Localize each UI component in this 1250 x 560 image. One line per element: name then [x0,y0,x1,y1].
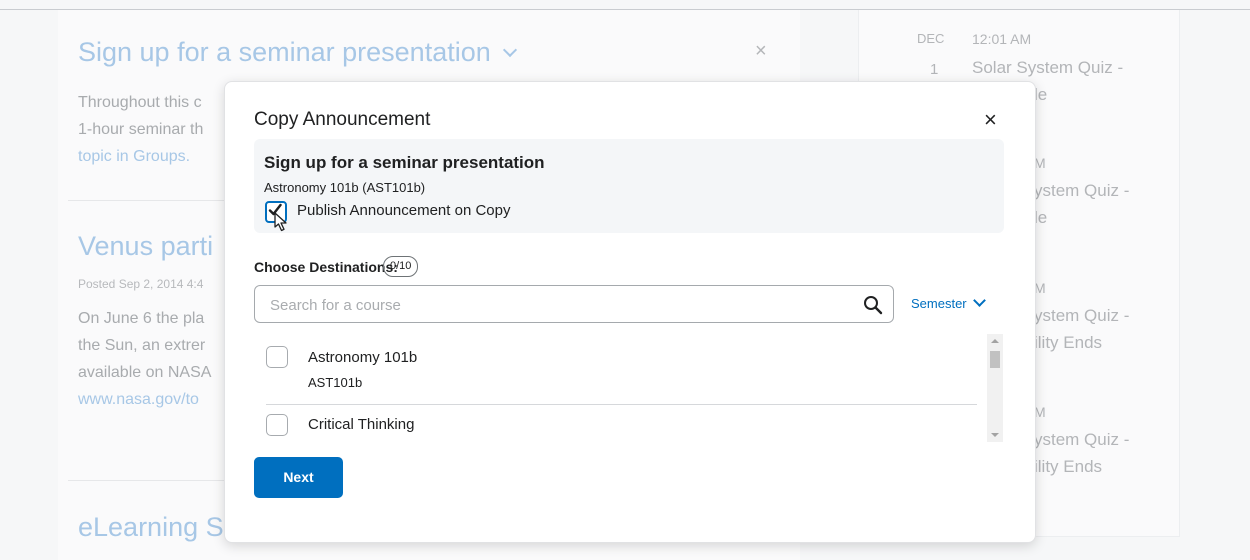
announcement-course: Astronomy 101b (AST101b) [264,180,426,195]
next-button[interactable]: Next [254,457,343,498]
chevron-down-icon[interactable] [972,294,986,307]
post-body-line: available on NASA [78,364,212,381]
copy-announcement-dialog: Copy Announcement × Sign up for a semina… [224,81,1036,543]
scroll-up-icon[interactable] [991,339,999,343]
scroll-thumb[interactable] [990,351,1000,368]
post-title[interactable]: Venus parti [78,231,213,262]
post-link[interactable]: www.nasa.gov/to [78,386,199,413]
course-code: AST101b [308,375,363,390]
scroll-down-icon[interactable] [991,433,999,437]
course-checkbox[interactable] [266,346,288,368]
post-body-line: On June 6 the pla [78,310,205,327]
chevron-down-icon[interactable] [502,42,517,58]
event-time: 12:01 AM [972,31,1032,47]
destinations-count-badge: 0/10 [383,256,419,277]
post-body-line: the Sun, an extrer [78,337,206,354]
list-item[interactable]: Critical Thinking [266,414,976,440]
course-name: Astronomy 101b [308,349,418,366]
post-body-line: 1-hour seminar th [78,121,204,138]
event-title[interactable]: ility Ends [1034,333,1102,353]
search-icon[interactable] [863,295,883,315]
post-title[interactable]: eLearning S [78,512,224,543]
search-input[interactable] [256,287,862,323]
cursor-icon [274,212,287,232]
event-title[interactable]: Solar System Quiz - [972,58,1123,78]
post-meta: Posted Sep 2, 2014 4:4 [78,277,204,291]
event-title[interactable]: ility Ends [1034,457,1102,477]
event-title[interactable]: ystem Quiz - [1034,430,1129,450]
semester-filter-label[interactable]: Semester [911,296,967,311]
course-search-field[interactable] [254,285,894,323]
event-day: 1 [930,61,939,78]
post-body-line: Throughout this c [78,94,202,111]
course-list: Astronomy 101b AST101b Critical Thinking [254,334,1004,443]
event-month: DEC [917,31,945,46]
event-title[interactable]: ystem Quiz - [1034,181,1129,201]
list-scrollbar[interactable] [987,334,1003,442]
event-title[interactable]: ystem Quiz - [1034,306,1129,326]
post-link[interactable]: topic in Groups. [78,143,190,170]
course-name: Critical Thinking [308,416,415,433]
destinations-label: Choose Destinations: [254,259,398,275]
announcement-title: Sign up for a seminar presentation [264,153,545,172]
close-icon[interactable]: × [755,40,767,63]
divider [266,404,977,405]
course-checkbox[interactable] [266,414,288,436]
semester-filter[interactable]: Semester [911,294,986,311]
close-icon[interactable]: × [984,107,997,133]
list-item[interactable]: Astronomy 101b AST101b [266,346,976,396]
announcement-summary: Sign up for a seminar presentation Astro… [254,139,1004,233]
dialog-title: Copy Announcement [254,109,431,130]
publish-label[interactable]: Publish Announcement on Copy [297,202,510,219]
post-title[interactable]: Sign up for a seminar presentation [78,37,517,68]
